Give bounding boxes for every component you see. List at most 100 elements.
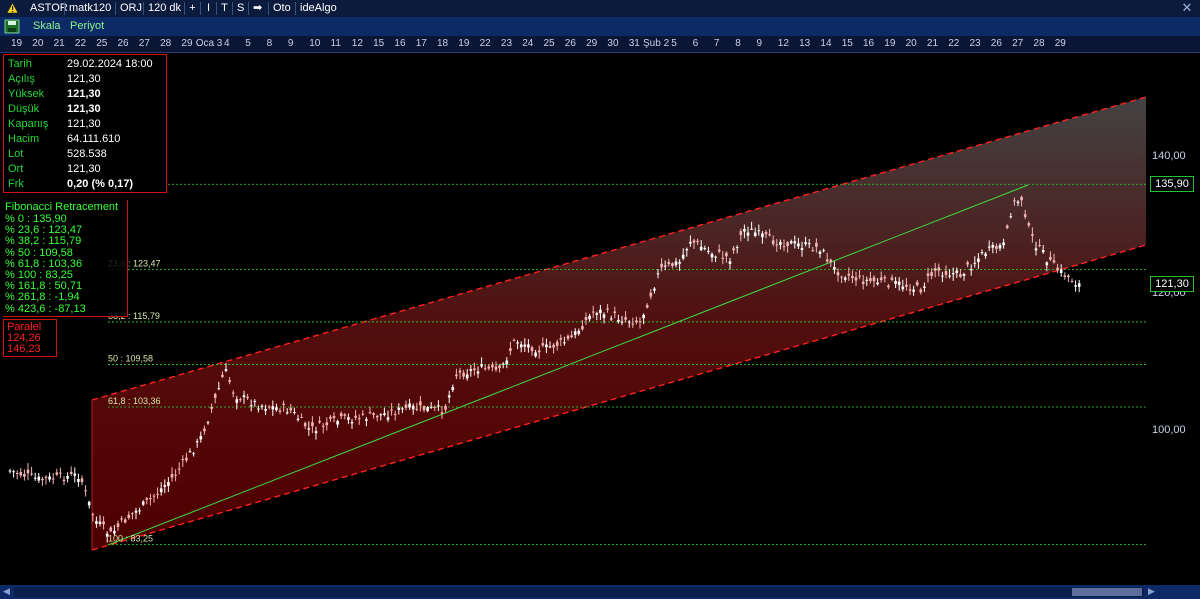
candle-body: [433, 406, 437, 408]
candle-body: [361, 413, 365, 415]
candle-body: [512, 339, 516, 341]
candle-body: [768, 234, 771, 236]
candle-body: [649, 292, 653, 297]
horizontal-scrollbar[interactable]: ◀ ▶: [0, 585, 1200, 599]
candle-body: [941, 275, 944, 277]
candle-body: [33, 477, 37, 479]
info-label: Hacim: [8, 133, 40, 145]
fib-chart-label: 50 : 109,58: [108, 353, 153, 363]
candle-body: [1031, 234, 1034, 236]
candle-body: [915, 282, 919, 286]
candle-body: [350, 422, 354, 424]
candle-body: [948, 275, 951, 277]
scroll-left-icon[interactable]: ◀: [3, 586, 10, 597]
fib-level-row: % 100 : 83,25: [5, 269, 73, 281]
candle-body: [343, 414, 347, 416]
candle-body: [336, 421, 339, 425]
candle-body: [109, 527, 113, 532]
price-marker-box: 121,30: [1150, 276, 1194, 293]
candle-body: [894, 281, 897, 284]
candle-body: [365, 419, 368, 421]
candle-body: [59, 472, 62, 474]
candle-body: [541, 343, 545, 346]
candle-body: [357, 418, 361, 420]
candle-body: [991, 244, 995, 248]
candle-body: [224, 369, 228, 371]
candle-body: [1013, 200, 1016, 202]
candle-body: [1005, 225, 1009, 228]
price-marker-box: 135,90: [1150, 176, 1194, 193]
candle-body: [419, 401, 422, 406]
scroll-track[interactable]: [14, 587, 1144, 597]
regression-channel-fill: [92, 97, 1146, 550]
price-chart[interactable]: 23,6 : 123,4738,2 : 115,7950 : 109,5861,…: [0, 0, 1200, 599]
fib-level-row: % 61,8 : 103,36: [5, 257, 83, 270]
candle-body: [836, 272, 840, 276]
candle-body: [131, 513, 134, 515]
candle-body: [883, 276, 887, 279]
candle-body: [1016, 201, 1020, 204]
info-label: Ort: [8, 163, 24, 175]
candle-body: [613, 311, 617, 314]
candle-body: [408, 403, 411, 408]
candle-body: [48, 476, 51, 480]
candle-body: [973, 262, 977, 264]
candle-body: [318, 420, 321, 423]
candle-body: [411, 405, 415, 410]
candle-body: [210, 406, 213, 409]
candle-body: [847, 273, 851, 276]
candle-body: [246, 396, 249, 399]
candle-body: [782, 246, 786, 248]
candle-body: [509, 348, 512, 352]
candle-body: [267, 406, 271, 408]
fib-level-row: % 261,8 : -1,94: [5, 291, 80, 304]
candle-body: [30, 473, 33, 475]
candle-body: [818, 251, 822, 255]
scroll-thumb[interactable]: [1072, 588, 1142, 596]
fib-level-row: % 0 : 135,90: [5, 213, 67, 225]
candle-body: [959, 274, 962, 277]
candle-body: [599, 309, 602, 314]
candle-body: [451, 386, 455, 391]
candle-body: [221, 374, 224, 377]
info-value: 121,30: [67, 103, 101, 115]
candle-body: [181, 458, 185, 461]
candle-body: [984, 253, 987, 257]
candle-body: [595, 313, 599, 315]
candle-body: [901, 286, 905, 290]
candle-body: [458, 370, 462, 373]
candle-body: [480, 364, 483, 367]
candle-body: [494, 366, 498, 370]
candle-body: [674, 261, 678, 266]
candle-body: [386, 417, 390, 420]
info-row: Hacim 64.111.610: [8, 132, 120, 146]
candle-body: [23, 473, 26, 477]
candle-body: [725, 252, 728, 257]
candle-body: [217, 388, 221, 390]
info-row: Açılış 121,30: [8, 72, 101, 86]
candle-body: [339, 413, 343, 417]
candle-body: [123, 519, 127, 523]
candle-body: [678, 261, 681, 264]
info-label: Açılış: [8, 73, 35, 85]
candle-body: [908, 289, 912, 291]
candle-body: [185, 457, 188, 461]
candle-body: [116, 523, 120, 527]
candle-body: [231, 392, 235, 394]
candle-body: [660, 263, 663, 268]
scroll-right-icon[interactable]: ▶: [1148, 586, 1155, 597]
candle-body: [80, 478, 84, 483]
candle-body: [804, 242, 807, 245]
candle-body: [487, 366, 491, 369]
candle-body: [602, 314, 606, 318]
candle-body: [1063, 275, 1067, 277]
info-row: Yüksek 121,30: [8, 87, 101, 101]
candle-body: [390, 409, 393, 411]
candle-body: [444, 405, 447, 410]
candle-body: [455, 374, 458, 377]
candle-body: [977, 258, 980, 263]
candle-body: [545, 344, 548, 348]
candle-body: [995, 245, 998, 249]
candle-body: [296, 418, 300, 421]
info-row: Tarih 29.02.2024 18:00: [8, 57, 153, 71]
